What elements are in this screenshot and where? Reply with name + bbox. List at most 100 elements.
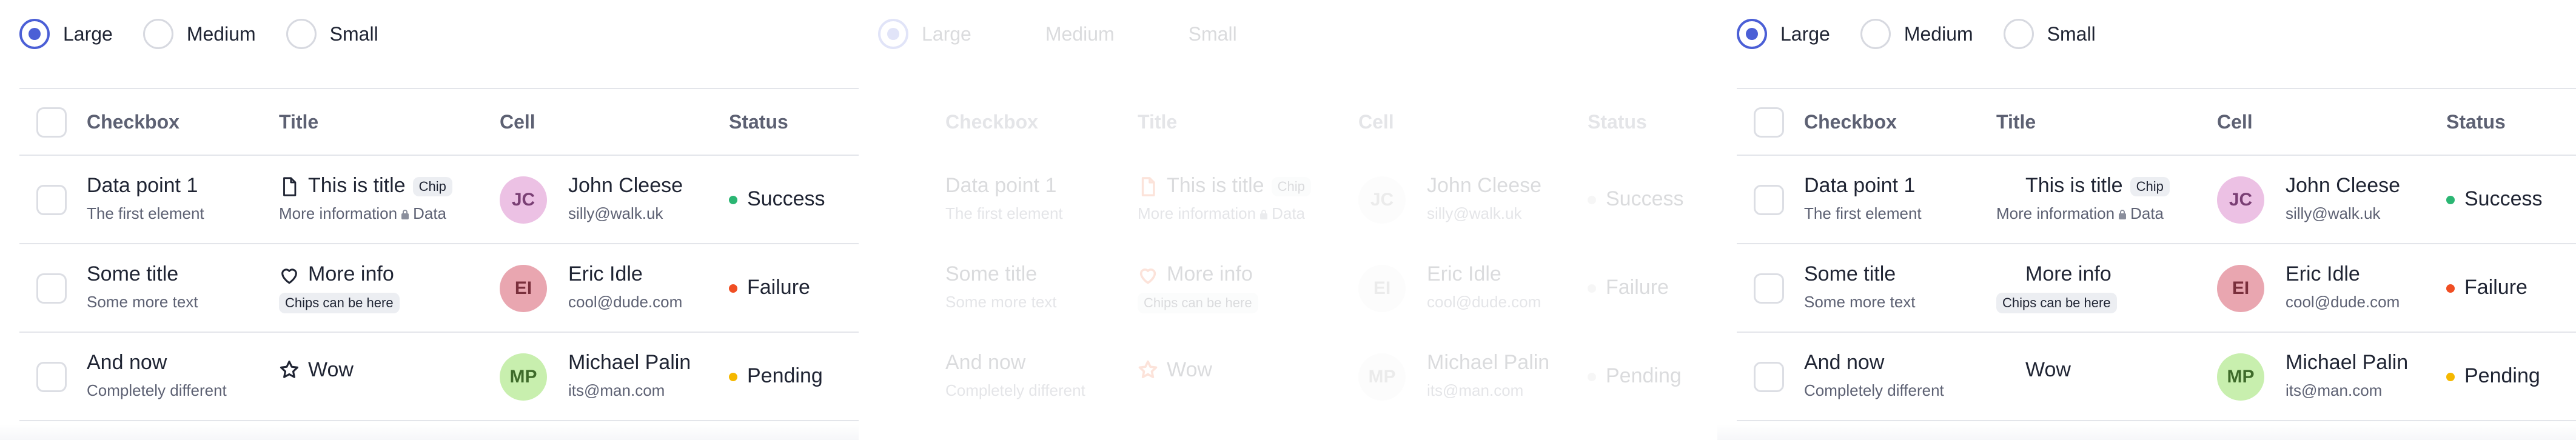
select-all-checkbox[interactable] — [1754, 107, 1784, 138]
table-variant-with-icons: Large Medium Small Checkbox Title Cell S… — [0, 0, 859, 440]
radio-large[interactable] — [878, 19, 908, 49]
status-dot — [2446, 196, 2455, 204]
status-dot — [1588, 284, 1596, 293]
title-cell-sub: More information Data — [279, 204, 446, 223]
row-subtitle: The first element — [1804, 204, 1922, 222]
radio-large[interactable] — [1737, 19, 1767, 49]
size-option-medium[interactable]: Medium — [1860, 19, 1973, 49]
row-checkbox[interactable] — [36, 362, 67, 392]
size-label-medium: Medium — [1903, 22, 1973, 45]
table-row[interactable]: Some title Some more text More info Chip… — [19, 244, 859, 333]
table-row[interactable]: And now Completely different Wow MP Mich… — [19, 333, 859, 421]
row-subtitle: Some more text — [87, 293, 198, 311]
size-option-small[interactable]: Small — [286, 19, 378, 49]
table-row[interactable]: Some title Some more text More info Chip… — [1737, 244, 2576, 333]
size-label-small: Small — [1188, 22, 1237, 45]
contact-email: its@man.com — [568, 381, 665, 399]
lock-icon — [1260, 210, 1268, 220]
row-title: And now — [1804, 351, 1885, 374]
title-text: This is title — [2025, 174, 2123, 197]
header-cell: Cell — [1358, 111, 1394, 133]
row-checkbox[interactable] — [36, 273, 67, 304]
divider — [19, 88, 859, 89]
row-title: Some title — [1804, 262, 1896, 285]
contact-name: John Cleese — [568, 174, 683, 197]
status-dot — [729, 373, 737, 381]
table-row[interactable]: Data point 1 The first element This is t… — [878, 156, 1717, 244]
size-option-large[interactable]: Large — [878, 19, 971, 49]
header-cell: Cell — [2217, 111, 2253, 133]
title-sub-left: More information — [279, 204, 398, 222]
file-icon — [1141, 177, 1155, 196]
divider — [19, 420, 859, 421]
size-option-medium[interactable]: Medium — [1001, 19, 1115, 49]
avatar: MP — [1358, 353, 1406, 401]
contact-name: Michael Palin — [568, 351, 691, 374]
chip: Chip — [2130, 177, 2170, 197]
size-option-large[interactable]: Large — [1737, 19, 1830, 49]
size-option-small[interactable]: Small — [2003, 19, 2096, 49]
row-subtitle: Completely different — [87, 381, 227, 399]
header-status: Status — [2446, 111, 2506, 133]
status-dot — [2446, 373, 2455, 381]
table-variant-faded: Large Medium Small Checkbox Title Cell S… — [859, 0, 1717, 440]
chip: Chip — [412, 177, 452, 197]
title-text: Wow — [308, 358, 354, 381]
header-status: Status — [729, 111, 788, 133]
star-icon — [1138, 360, 1158, 379]
contact-name: Michael Palin — [1427, 351, 1550, 374]
title-text: More info — [308, 262, 394, 285]
contact-email: cool@dude.com — [1427, 293, 1541, 311]
select-all-checkbox[interactable] — [36, 107, 67, 138]
contact-email: cool@dude.com — [568, 293, 683, 311]
avatar: MP — [2217, 353, 2264, 401]
status-dot — [1588, 196, 1596, 204]
radio-large[interactable] — [19, 19, 50, 49]
row-subtitle: The first element — [945, 204, 1063, 222]
title-cell-sub: More information Data — [1138, 204, 1305, 223]
size-label-small: Small — [2047, 22, 2096, 45]
contact-name: Eric Idle — [1427, 262, 1501, 285]
contact-email: silly@walk.uk — [1427, 204, 1522, 222]
table-row[interactable]: Data point 1 The first element This is t… — [1737, 156, 2576, 244]
header-title: Title — [1996, 111, 2036, 133]
radio-medium[interactable] — [1860, 19, 1891, 49]
table-row[interactable]: Data point 1 The first element This is t… — [19, 156, 859, 244]
row-subtitle: Some more text — [945, 293, 1057, 311]
title-cell-main: This is title Chip — [1167, 174, 1311, 198]
heart-icon — [1139, 268, 1156, 284]
avatar: JC — [2217, 176, 2264, 224]
status-label: Success — [747, 187, 825, 210]
size-radio-group: Large Medium Small — [19, 18, 409, 50]
table-row[interactable]: And now Completely different Wow MP Mich… — [1737, 333, 2576, 421]
header-title: Title — [279, 111, 319, 133]
size-option-large[interactable]: Large — [19, 19, 113, 49]
row-checkbox[interactable] — [36, 185, 67, 215]
title-cell-main: This is title Chip — [308, 174, 452, 198]
status-label: Success — [2464, 187, 2543, 210]
radio-small[interactable] — [286, 19, 317, 49]
radio-small[interactable] — [1144, 19, 1175, 49]
status-dot — [2446, 284, 2455, 293]
size-label-large: Large — [63, 22, 113, 45]
contact-name: John Cleese — [1427, 174, 1542, 197]
avatar: EI — [1358, 265, 1406, 312]
contact-email: silly@walk.uk — [2286, 204, 2381, 222]
table-row[interactable]: Some title Some more text More info Chip… — [878, 244, 1717, 333]
row-title: Some title — [87, 262, 179, 285]
row-checkbox[interactable] — [1754, 362, 1784, 392]
chip: Chips can be here — [1996, 293, 2117, 313]
size-option-small[interactable]: Small — [1144, 19, 1237, 49]
row-subtitle: Some more text — [1804, 293, 1916, 311]
avatar: JC — [500, 176, 547, 224]
radio-small[interactable] — [2003, 19, 2034, 49]
row-checkbox[interactable] — [1754, 185, 1784, 215]
size-option-medium[interactable]: Medium — [143, 19, 256, 49]
title-text: Wow — [2025, 358, 2071, 381]
avatar: JC — [1358, 176, 1406, 224]
radio-medium[interactable] — [143, 19, 173, 49]
table-row[interactable]: And now Completely different Wow MP Mich… — [878, 333, 1717, 421]
row-checkbox[interactable] — [1754, 273, 1784, 304]
row-subtitle: Completely different — [945, 381, 1085, 399]
radio-medium[interactable] — [1001, 19, 1032, 49]
